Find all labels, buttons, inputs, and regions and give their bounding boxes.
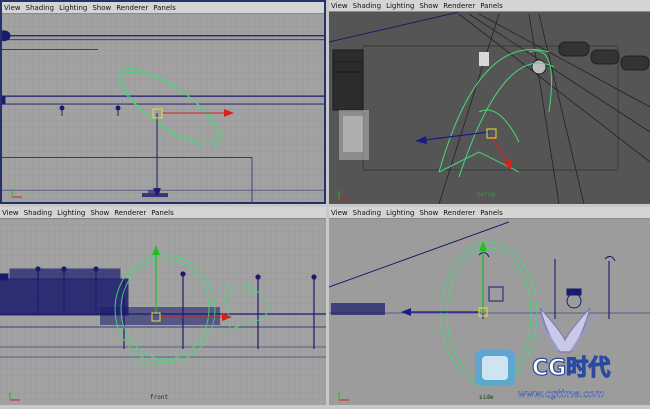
menu-panels[interactable]: Panels — [480, 209, 503, 217]
viewport-label: front — [150, 394, 169, 401]
menu-show[interactable]: Show — [90, 209, 109, 217]
cgtime-watermark-logo: CG时代 www.cgtime.com — [470, 300, 650, 405]
menu-view[interactable]: View — [2, 209, 19, 217]
watermark-text: CG时代 — [532, 356, 610, 381]
menu-lighting[interactable]: Lighting — [57, 209, 85, 217]
scene-top[interactable] — [2, 14, 324, 202]
menu-lighting[interactable]: Lighting — [386, 2, 414, 10]
viewport-persp[interactable]: View Shading Lighting Show Renderer Pane… — [329, 0, 650, 204]
viewport-menubar: View Shading Lighting Show Renderer Pane… — [2, 2, 324, 14]
menu-shading[interactable]: Shading — [26, 4, 54, 12]
menu-renderer[interactable]: Renderer — [443, 2, 475, 10]
menu-show[interactable]: Show — [92, 4, 111, 12]
menu-lighting[interactable]: Lighting — [59, 4, 87, 12]
menu-lighting[interactable]: Lighting — [386, 209, 414, 217]
viewport-top[interactable]: View Shading Lighting Show Renderer Pane… — [0, 0, 326, 204]
menu-view[interactable]: View — [331, 2, 348, 10]
watermark-url: www.cgtime.com — [518, 389, 604, 400]
scene-persp[interactable] — [329, 12, 650, 204]
menu-renderer[interactable]: Renderer — [443, 209, 475, 217]
menu-show[interactable]: Show — [419, 2, 438, 10]
menu-view[interactable]: View — [4, 4, 21, 12]
grass-clump — [331, 303, 385, 315]
axis-gizmo-icon — [10, 184, 24, 198]
scene-front[interactable] — [0, 219, 326, 405]
train-left — [332, 49, 364, 111]
menu-shading[interactable]: Shading — [353, 209, 381, 217]
menu-panels[interactable]: Panels — [151, 209, 174, 217]
axis-gizmo-icon — [8, 387, 22, 401]
menu-renderer[interactable]: Renderer — [116, 4, 148, 12]
menu-panels[interactable]: Panels — [153, 4, 176, 12]
axis-gizmo-icon — [337, 186, 351, 200]
viewport-label: persp — [477, 191, 496, 198]
menu-panels[interactable]: Panels — [480, 2, 503, 10]
viewport-menubar: View Shading Lighting Show Renderer Pane… — [329, 0, 650, 12]
viewport-menubar: View Shading Lighting Show Renderer Pane… — [0, 207, 326, 219]
menu-renderer[interactable]: Renderer — [114, 209, 146, 217]
grass-particles — [339, 110, 369, 160]
menu-shading[interactable]: Shading — [24, 209, 52, 217]
menu-shading[interactable]: Shading — [353, 2, 381, 10]
menu-show[interactable]: Show — [419, 209, 438, 217]
menu-view[interactable]: View — [331, 209, 348, 217]
viewport-menubar: View Shading Lighting Show Renderer Pane… — [329, 207, 650, 219]
viewport-front[interactable]: View Shading Lighting Show Renderer Pane… — [0, 207, 326, 405]
axis-gizmo-icon — [337, 387, 351, 401]
